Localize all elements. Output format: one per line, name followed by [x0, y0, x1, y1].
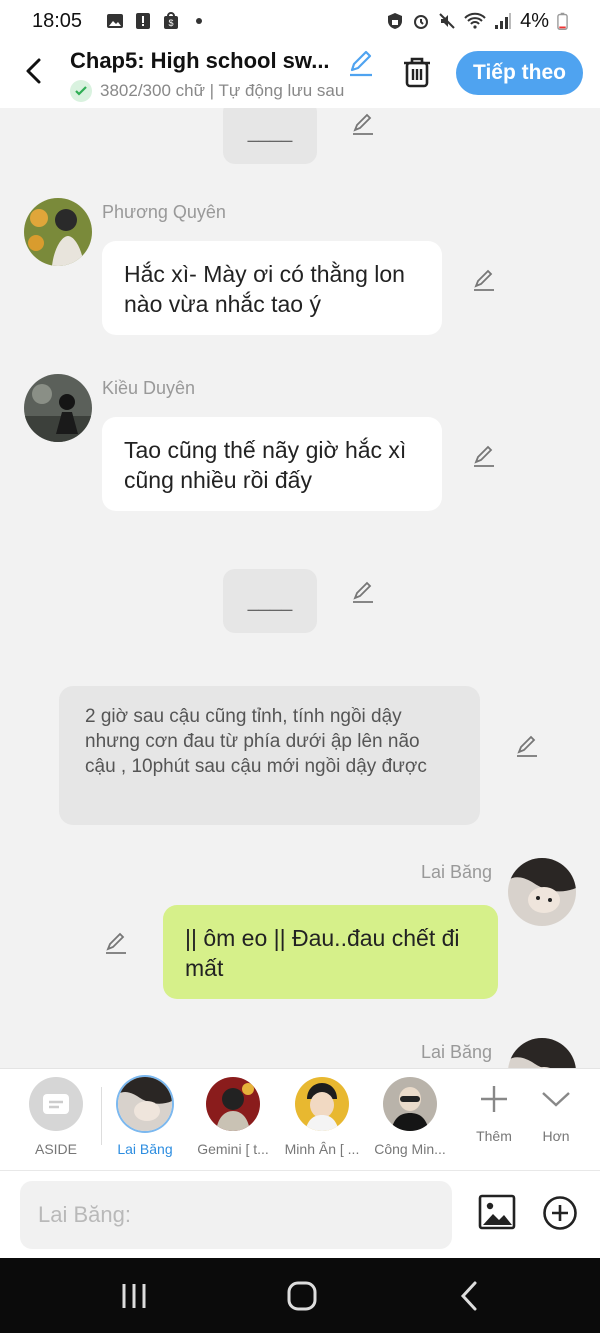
edit-pencil-icon[interactable]: [471, 267, 497, 293]
signal-icon: [495, 13, 512, 29]
character-bar: ASIDE Lai Băng Gemini [ t... Minh Ân [ .…: [0, 1068, 600, 1170]
sender-name: Lai Băng: [421, 862, 493, 882]
next-button[interactable]: Tiếp theo: [456, 51, 583, 95]
alarm-icon: [414, 15, 429, 29]
alert-notification-icon: [136, 13, 151, 29]
sender-name: Lai Băng: [421, 1042, 493, 1062]
avatar[interactable]: [24, 374, 92, 442]
narration-bubble[interactable]: 2 giờ sau cậu cũng tỉnh, tính ngồi dậy n…: [59, 686, 480, 825]
word-count-status: 3802/300 chữ | Tự động lưu sau: [70, 80, 376, 102]
wifi-icon: [464, 12, 486, 29]
add-character-label: Thêm: [476, 1128, 512, 1144]
expand-characters-button[interactable]: Hơn: [526, 1083, 586, 1144]
add-circle-icon[interactable]: [542, 1195, 578, 1231]
chevron-down-icon: [542, 1092, 570, 1107]
system-nav-bar: [0, 1258, 600, 1333]
saved-check-icon: [70, 80, 92, 102]
edit-pencil-icon[interactable]: [350, 579, 376, 605]
character-gemini[interactable]: Gemini [ t...: [190, 1077, 276, 1157]
image-icon[interactable]: [478, 1193, 516, 1231]
chat-area[interactable]: ____ Phương Quyên Hắc xì- Mày ơi có thằn…: [0, 108, 600, 1068]
character-label: ASIDE: [34, 1141, 77, 1157]
lock-icon: [388, 13, 403, 29]
editor-header: Chap5: High school sw... 3802/300 chữ | …: [0, 42, 600, 108]
character-lai-bang[interactable]: Lai Băng: [102, 1077, 188, 1157]
nav-back-icon[interactable]: [450, 1280, 490, 1312]
character-cong-minh[interactable]: Công Min...: [367, 1077, 453, 1157]
dot-notification-icon: [196, 18, 203, 24]
sender-name: Phương Quyên: [102, 202, 226, 222]
edit-pencil-icon[interactable]: [103, 930, 129, 956]
avatar: [383, 1077, 437, 1131]
character-label: Minh Ân [ ...: [284, 1141, 360, 1157]
gallery-notification-icon: [107, 14, 124, 28]
message-bubble[interactable]: Hắc xì- Mày ơi có thằng lon nào vừa nhắc…: [102, 241, 442, 335]
placeholder-bubble[interactable]: ____: [223, 108, 317, 164]
message-input[interactable]: [20, 1181, 452, 1249]
shop-notification-icon: $: [164, 12, 179, 29]
character-minh-an[interactable]: Minh Ân [ ...: [279, 1077, 365, 1157]
trash-icon[interactable]: [400, 54, 434, 90]
character-label: Lai Băng: [117, 1141, 173, 1157]
add-character-button[interactable]: Thêm: [464, 1083, 524, 1144]
recent-apps-icon[interactable]: [114, 1280, 154, 1312]
sender-name: Kiều Duyên: [102, 378, 196, 398]
edit-pencil-icon[interactable]: [471, 443, 497, 469]
message-bubble[interactable]: Tao cũng thế nãy giờ hắc xì cũng nhiều r…: [102, 417, 442, 511]
edit-pencil-icon[interactable]: [514, 733, 540, 759]
avatar[interactable]: [508, 1038, 576, 1068]
character-label: Gemini [ t...: [197, 1141, 269, 1157]
edit-title-icon[interactable]: [346, 48, 376, 78]
avatar: [118, 1077, 172, 1131]
battery-icon: [557, 12, 568, 30]
character-aside[interactable]: ASIDE: [13, 1077, 99, 1157]
home-icon[interactable]: [282, 1280, 322, 1312]
plus-icon: [481, 1086, 507, 1112]
avatar: [206, 1077, 260, 1131]
mute-icon: [439, 13, 455, 29]
word-count-text: 3802/300 chữ | Tự động lưu sau: [100, 81, 345, 100]
avatar[interactable]: [24, 198, 92, 266]
aside-icon: [29, 1077, 83, 1131]
status-bar: 18:05 $ 4%: [0, 0, 600, 42]
edit-pencil-icon[interactable]: [350, 111, 376, 137]
placeholder-bubble[interactable]: ____: [223, 569, 317, 633]
expand-characters-label: Hơn: [542, 1128, 570, 1144]
battery-percent: 4%: [520, 9, 549, 32]
message-bubble[interactable]: || ôm eo || Đau..đau chết đi mất: [163, 905, 498, 999]
character-label: Công Min...: [374, 1141, 446, 1157]
svg-text:$: $: [169, 18, 174, 28]
status-time: 18:05: [32, 9, 83, 32]
chapter-title: Chap5: High school sw...: [70, 48, 330, 73]
avatar[interactable]: [508, 858, 576, 926]
back-icon[interactable]: [20, 56, 50, 86]
avatar: [295, 1077, 349, 1131]
input-bar: [0, 1170, 600, 1258]
